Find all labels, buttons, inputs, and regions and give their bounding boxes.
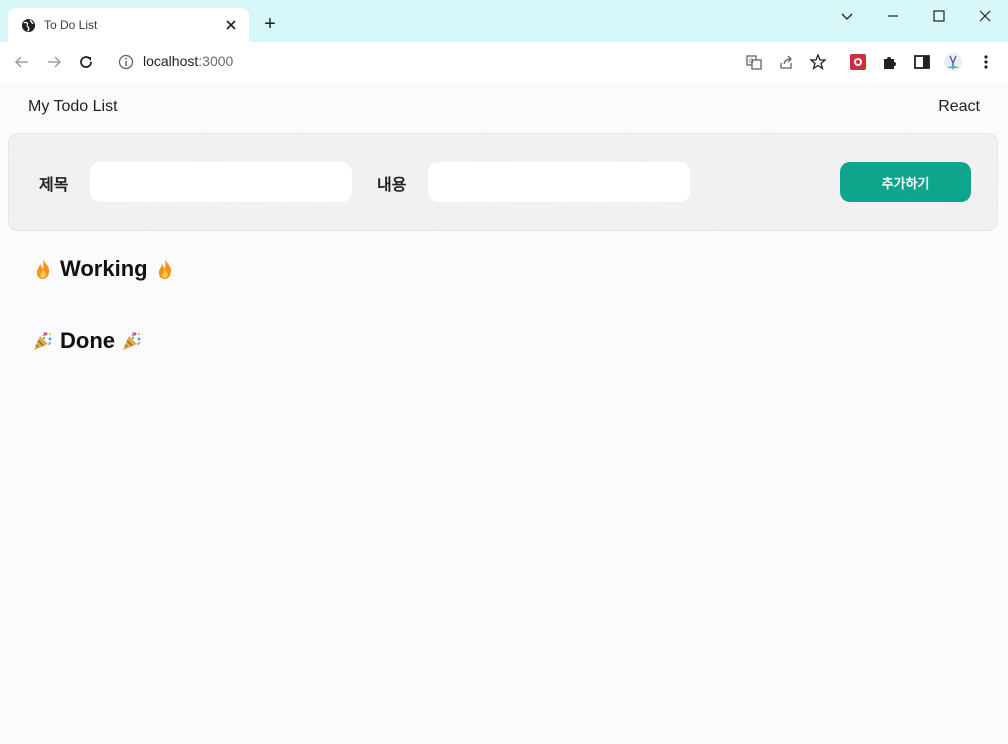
- working-section-title: Working: [32, 256, 176, 282]
- globe-icon: [21, 18, 36, 33]
- minimize-icon[interactable]: [883, 6, 903, 26]
- browser-tab[interactable]: To Do List: [8, 8, 249, 42]
- done-title: Done: [60, 328, 115, 353]
- fire-icon: [158, 259, 171, 279]
- profile-avatar[interactable]: [943, 52, 963, 72]
- forward-arrow-icon[interactable]: [44, 52, 64, 72]
- address-bar[interactable]: localhost:3000: [143, 53, 233, 69]
- working-title: Working: [60, 256, 148, 281]
- done-section-title: Done: [32, 328, 143, 354]
- star-icon[interactable]: [808, 52, 828, 72]
- content-label: 내용: [377, 177, 407, 194]
- side-panel-icon[interactable]: [912, 52, 932, 72]
- add-todo-form: 제목 내용 추가하기: [8, 133, 998, 231]
- fire-icon: [36, 259, 50, 279]
- maximize-icon[interactable]: [929, 6, 949, 26]
- party-popper-icon: [123, 331, 141, 350]
- info-icon[interactable]: [116, 52, 136, 72]
- party-popper-icon: [34, 331, 52, 350]
- browser-tab-strip: To Do List +: [0, 0, 1008, 42]
- page-content: My Todo List React 제목 내용 추가하기 Working Do…: [0, 82, 1008, 744]
- chevron-down-icon[interactable]: [837, 6, 857, 26]
- add-button[interactable]: 추가하기: [840, 162, 971, 202]
- new-tab-button[interactable]: +: [259, 13, 281, 35]
- svg-text:G: G: [749, 58, 754, 65]
- puzzle-icon[interactable]: [880, 52, 900, 72]
- extension-red-icon[interactable]: [848, 52, 868, 72]
- tab-title: To Do List: [44, 18, 98, 32]
- title-label: 제목: [39, 177, 69, 194]
- more-menu-icon[interactable]: [976, 52, 996, 72]
- browser-toolbar: localhost:3000 G: [0, 42, 1008, 82]
- translate-icon[interactable]: G: [744, 52, 764, 72]
- title-input[interactable]: [90, 162, 352, 202]
- back-arrow-icon[interactable]: [12, 52, 32, 72]
- address-host: localhost: [143, 53, 199, 69]
- share-icon[interactable]: [776, 52, 796, 72]
- app-title: My Todo List: [28, 98, 118, 115]
- framework-label: React: [938, 98, 980, 115]
- close-icon[interactable]: [221, 15, 241, 35]
- reload-icon[interactable]: [76, 52, 96, 72]
- close-icon[interactable]: [975, 6, 995, 26]
- content-input[interactable]: [428, 162, 690, 202]
- address-port: :3000: [198, 53, 234, 69]
